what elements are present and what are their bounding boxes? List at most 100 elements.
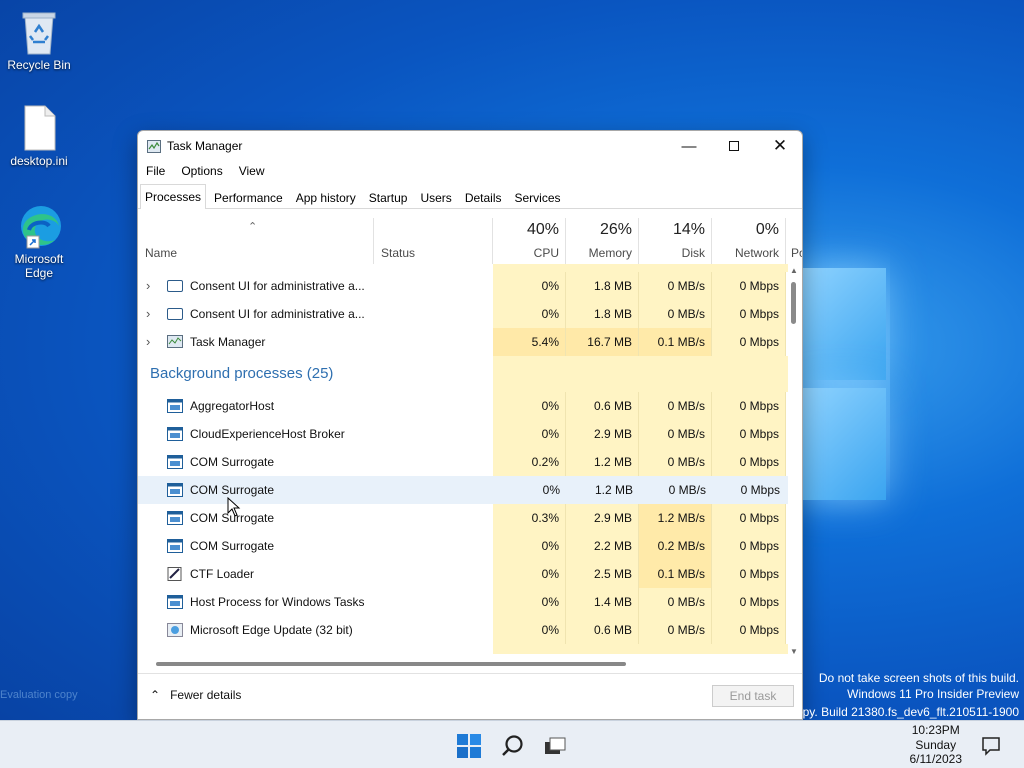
- minimize-button[interactable]: —: [666, 131, 712, 161]
- column-status[interactable]: Status: [374, 218, 493, 264]
- process-name: CTF Loader: [190, 567, 255, 581]
- process-disk-cell: 0 MB/s: [639, 616, 712, 644]
- desktop-icon-label: Recycle Bin: [7, 58, 71, 72]
- process-disk-cell: 0 MB/s: [639, 420, 712, 448]
- process-name: Host Process for Windows Tasks: [190, 595, 365, 609]
- service-process-icon: [167, 595, 183, 609]
- process-name: COM Surrogate: [190, 455, 275, 469]
- process-network-cell: 0 Mbps: [712, 328, 786, 356]
- watermark-line-1: Do not take screen shots of this build.: [818, 671, 1019, 685]
- expand-chevron-icon[interactable]: ›: [146, 300, 150, 328]
- title-bar[interactable]: Task Manager — ✕: [138, 131, 802, 161]
- process-memory-cell: 16.7 MB: [566, 328, 639, 356]
- app-window-icon: [167, 308, 183, 320]
- process-memory-cell: 0.6 MB: [566, 392, 639, 420]
- column-disk[interactable]: 14% Disk: [639, 218, 712, 264]
- close-button[interactable]: ✕: [757, 131, 802, 161]
- search-button[interactable]: [500, 733, 526, 759]
- column-power[interactable]: Po: [786, 218, 802, 264]
- process-name: COM Surrogate: [190, 539, 275, 553]
- column-name[interactable]: ⌃ Name: [138, 218, 374, 264]
- process-row[interactable]: Host Process for Windows Tasks 0% 1.4 MB 0 …: [138, 588, 788, 616]
- vertical-scrollbar[interactable]: ▲ ▼: [788, 266, 800, 656]
- process-memory-cell: 2.5 MB: [566, 560, 639, 588]
- process-row[interactable]: COM Surrogate 0.2% 1.2 MB 0 MB/s 0 Mbps: [138, 448, 788, 476]
- desktop-icon-desktop-ini[interactable]: desktop.ini: [1, 104, 77, 168]
- process-memory-cell: 1.2 MB: [566, 448, 639, 476]
- fewer-details-button[interactable]: ⌃ Fewer details: [150, 688, 241, 702]
- process-network-cell: 0 Mbps: [712, 560, 786, 588]
- process-cpu-cell: 0%: [493, 532, 566, 560]
- process-row[interactable]: AggregatorHost 0% 0.6 MB 0 MB/s 0 Mbps: [138, 392, 788, 420]
- expand-chevron-icon[interactable]: ›: [146, 272, 150, 300]
- column-memory[interactable]: 26% Memory: [566, 218, 639, 264]
- task-manager-icon: [147, 139, 161, 153]
- column-network[interactable]: 0% Network: [712, 218, 786, 264]
- process-memory-cell: 0.6 MB: [566, 616, 639, 644]
- process-network-cell: 0 Mbps: [712, 420, 786, 448]
- process-cpu-cell: 0%: [493, 392, 566, 420]
- menu-options[interactable]: Options: [181, 164, 222, 178]
- process-disk-cell: 1.2 MB/s: [639, 504, 712, 532]
- maximize-button[interactable]: [711, 131, 757, 161]
- process-cpu-cell: 5.4%: [493, 328, 566, 356]
- service-process-icon: [167, 399, 183, 413]
- watermark-line-3: copy. Build 21380.fs_dev6_flt.210511-190…: [789, 705, 1019, 719]
- windows-start-icon: [457, 734, 481, 758]
- process-disk-cell: 0 MB/s: [639, 392, 712, 420]
- faint-evaluation-text: Evaluation copy: [0, 689, 78, 701]
- tab-strip: Processes Performance App history Startu…: [138, 181, 802, 209]
- tab-startup[interactable]: Startup: [364, 186, 413, 208]
- process-row[interactable]: › Consent UI for administrative a... 0% 1.8…: [138, 272, 788, 300]
- tab-users[interactable]: Users: [415, 186, 456, 208]
- process-name: Microsoft Edge Update (32 bit): [190, 623, 353, 637]
- process-row[interactable]: COM Surrogate 0% 2.2 MB 0.2 MB/s 0 Mbps: [138, 532, 788, 560]
- process-network-cell: 0 Mbps: [712, 504, 786, 532]
- scroll-up-icon[interactable]: ▲: [790, 266, 798, 275]
- process-disk-cell: 0.1 MB/s: [639, 328, 712, 356]
- process-row[interactable]: › Task Manager 5.4% 16.7 MB 0.1 MB/s 0 Mbps: [138, 328, 788, 356]
- process-cpu-cell: 0%: [493, 616, 566, 644]
- task-view-button[interactable]: [542, 733, 568, 759]
- notification-button[interactable]: [980, 735, 1006, 761]
- process-name: AggregatorHost: [190, 399, 275, 413]
- horizontal-scrollbar-thumb[interactable]: [156, 662, 626, 666]
- process-row[interactable]: › Consent UI for administrative a... 0% 1.8…: [138, 300, 788, 328]
- process-disk-cell: 0 MB/s: [639, 272, 712, 300]
- tab-processes[interactable]: Processes: [140, 184, 207, 209]
- tab-details[interactable]: Details: [460, 186, 507, 208]
- tab-performance[interactable]: Performance: [209, 186, 288, 208]
- process-memory-cell: 1.4 MB: [566, 588, 639, 616]
- tab-app-history[interactable]: App history: [291, 186, 361, 208]
- desktop-icon-microsoft-edge[interactable]: Microsoft Edge: [1, 202, 77, 280]
- edge-update-icon: [167, 623, 183, 637]
- process-network-cell: 0 Mbps: [712, 532, 786, 560]
- process-row[interactable]: CTF Loader 0% 2.5 MB 0.1 MB/s 0 Mbps: [138, 560, 788, 588]
- process-name: Consent UI for administrative a...: [190, 307, 365, 321]
- chevron-up-icon: ⌃: [150, 688, 161, 702]
- service-process-icon: [167, 483, 183, 497]
- start-button[interactable]: [456, 733, 482, 759]
- task-manager-window[interactable]: Task Manager — ✕ File Options View Proce…: [137, 130, 803, 720]
- process-network-cell: 0 Mbps: [712, 300, 786, 328]
- expand-chevron-icon[interactable]: ›: [146, 328, 150, 356]
- scroll-down-icon[interactable]: ▼: [790, 647, 798, 656]
- process-network-cell: 0 Mbps: [740, 483, 780, 497]
- process-network-cell: 0 Mbps: [712, 448, 786, 476]
- scrollbar-thumb[interactable]: [791, 282, 796, 324]
- end-task-button[interactable]: End task: [712, 685, 794, 707]
- process-row[interactable]: Microsoft Edge Update (32 bit) 0% 0.6 MB 0 …: [138, 616, 788, 644]
- recycle-bin-icon: [15, 8, 63, 56]
- process-row[interactable]: CloudExperienceHost Broker 0% 2.9 MB 0 MB/s…: [138, 420, 788, 448]
- process-memory-cell: 2.9 MB: [566, 504, 639, 532]
- system-clock[interactable]: 10:23PM Sunday 6/11/2023: [910, 723, 963, 767]
- process-name: CloudExperienceHost Broker: [190, 427, 345, 441]
- process-disk-cell: 0 MB/s: [639, 448, 712, 476]
- partial-row: [493, 264, 788, 272]
- column-cpu[interactable]: 40% CPU: [493, 218, 566, 264]
- partial-row: [493, 644, 788, 654]
- tab-services[interactable]: Services: [510, 186, 566, 208]
- desktop-icon-recycle-bin[interactable]: Recycle Bin: [1, 8, 77, 72]
- menu-file[interactable]: File: [146, 164, 165, 178]
- menu-view[interactable]: View: [239, 164, 265, 178]
